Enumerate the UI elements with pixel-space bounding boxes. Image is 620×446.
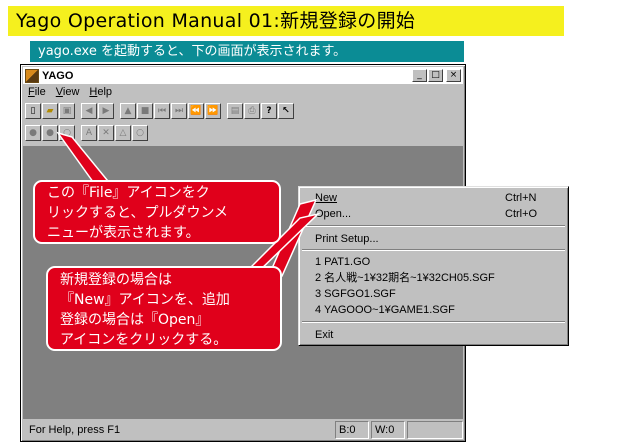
circle-mark-icon[interactable]: ○ bbox=[59, 125, 75, 141]
open-icon[interactable]: ▰ bbox=[42, 103, 58, 119]
callout-line: ニューが表示されます。 bbox=[47, 225, 200, 241]
menu-separator bbox=[302, 249, 565, 251]
yago-app-icon[interactable] bbox=[25, 68, 39, 83]
new-icon[interactable]: ▯ bbox=[25, 103, 41, 119]
callout-line: 『New』アイコンを、追加 bbox=[60, 292, 230, 308]
menu-item-print-setup[interactable]: Print Setup... bbox=[315, 232, 560, 246]
menu-item-new-shortcut: Ctrl+N bbox=[505, 192, 537, 204]
new-open-callout: 新規登録の場合は 『New』アイコンを、追加 登録の場合は『Open』 アイコン… bbox=[46, 266, 282, 351]
black-capture-count: B:0 bbox=[335, 421, 369, 439]
forward-icon[interactable]: ▶ bbox=[98, 103, 114, 119]
menu-bar: File View Help bbox=[23, 85, 463, 100]
rewind-icon[interactable]: ◀ bbox=[81, 103, 97, 119]
menu-separator bbox=[302, 321, 565, 323]
white-stone-icon[interactable]: ● bbox=[42, 125, 58, 141]
callout-line: 新規登録の場合は bbox=[60, 272, 172, 288]
callout-line: 登録の場合は『Open』 bbox=[60, 312, 210, 328]
mark-toolbar: ● ● ○ A ✕ △ ○ bbox=[25, 123, 149, 143]
black-stone-icon[interactable]: ● bbox=[25, 125, 41, 141]
file-menu-dropdown: New Ctrl+N Open... Ctrl+O Print Setup...… bbox=[298, 186, 569, 346]
triangle-mark-icon[interactable]: △ bbox=[115, 125, 131, 141]
status-text: For Help, press F1 bbox=[29, 424, 121, 436]
menu-separator bbox=[302, 225, 565, 227]
status-spacer bbox=[407, 421, 463, 439]
close-button[interactable]: × bbox=[446, 69, 461, 82]
prev-icon[interactable]: ⏪ bbox=[188, 103, 204, 119]
help-icon[interactable]: ? bbox=[261, 103, 277, 119]
letter-mark-icon[interactable]: A bbox=[81, 125, 97, 141]
manual-subtitle: yago.exe を起動すると、下の画面が表示されます。 bbox=[30, 41, 464, 62]
save-icon[interactable]: ▣ bbox=[59, 103, 75, 119]
print-icon[interactable]: ⎙ bbox=[244, 103, 260, 119]
minimize-button[interactable]: _ bbox=[412, 69, 427, 82]
menu-item-new-label: New bbox=[315, 192, 338, 204]
menu-help[interactable]: Help bbox=[84, 85, 117, 100]
context-help-icon[interactable]: ↖ bbox=[278, 103, 294, 119]
cross-mark-icon[interactable]: ✕ bbox=[98, 125, 114, 141]
menu-item-open-shortcut: Ctrl+O bbox=[505, 208, 538, 220]
last-icon[interactable]: ⏭ bbox=[171, 103, 187, 119]
menu-item-open-label: Open... bbox=[315, 208, 352, 220]
callout-line: アイコンをクリックする。 bbox=[60, 332, 228, 348]
maximize-button[interactable]: □ bbox=[428, 69, 443, 82]
menu-file[interactable]: File bbox=[23, 85, 51, 100]
menu-item-recent-3[interactable]: 3 SGFGO1.SGF bbox=[315, 287, 560, 301]
menu-item-open[interactable]: Open... Ctrl+O bbox=[315, 207, 560, 221]
callout-line: リックすると、プルダウンメ bbox=[47, 205, 229, 221]
file-icon-callout: この『File』アイコンをク リックすると、プルダウンメ ニューが表示されます。 bbox=[33, 180, 281, 244]
menu-item-new[interactable]: New Ctrl+N bbox=[315, 191, 560, 205]
menu-item-recent-2[interactable]: 2 名人戦~1¥32期名~1¥32CH05.SGF bbox=[315, 271, 560, 285]
white-capture-count: W:0 bbox=[371, 421, 405, 439]
menu-item-exit[interactable]: Exit bbox=[315, 328, 560, 342]
menu-item-recent-1[interactable]: 1 PAT1.GO bbox=[315, 255, 560, 269]
status-bar: For Help, press F1 B:0 W:0 bbox=[23, 421, 463, 439]
small-circle-mark-icon[interactable]: ○ bbox=[132, 125, 148, 141]
first-icon[interactable]: ⏮ bbox=[154, 103, 170, 119]
window-titlebar[interactable]: YAGO _ □ × bbox=[23, 67, 463, 84]
callout-line: この『File』アイコンをク bbox=[47, 185, 210, 201]
eject-icon[interactable]: ▲ bbox=[120, 103, 136, 119]
window-title: YAGO bbox=[42, 69, 74, 82]
info-icon[interactable]: ▤ bbox=[227, 103, 243, 119]
manual-title: Yago Operation Manual 01:新規登録の開始 bbox=[8, 6, 564, 36]
stop-icon[interactable]: ■ bbox=[137, 103, 153, 119]
main-toolbar: ▯ ▰ ▣ ◀ ▶ ▲ ■ ⏮ ⏭ ⏪ ⏩ ▤ ⎙ ? ↖ bbox=[25, 101, 295, 121]
next-icon[interactable]: ⏩ bbox=[205, 103, 221, 119]
menu-view[interactable]: View bbox=[51, 85, 85, 100]
menu-item-recent-4[interactable]: 4 YAGOOO~1¥GAME1.SGF bbox=[315, 303, 560, 317]
